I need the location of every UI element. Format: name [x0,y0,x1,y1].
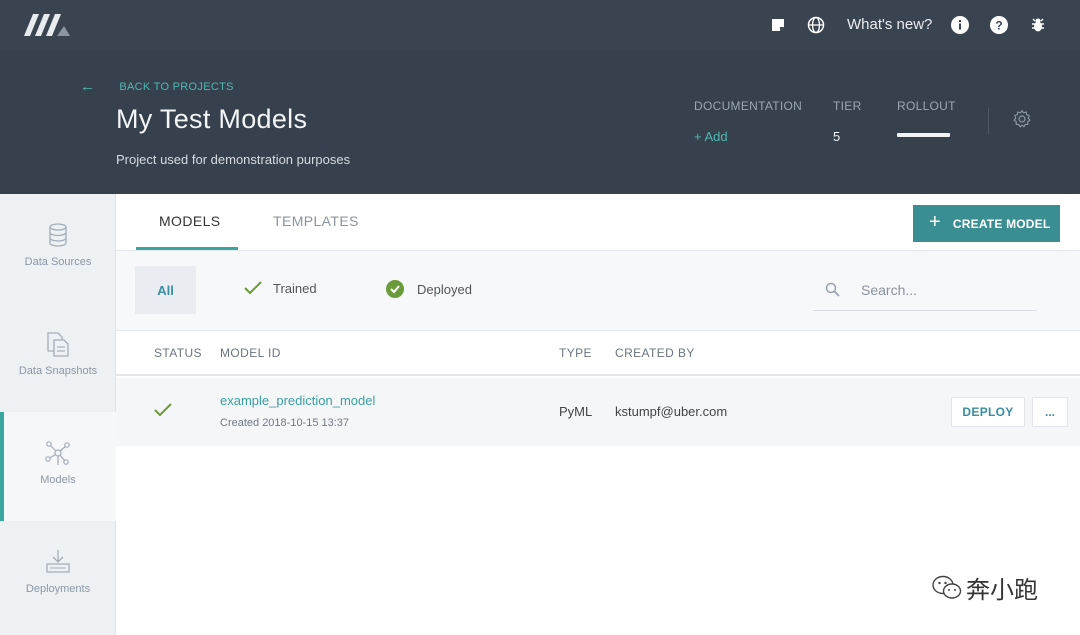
more-actions-button[interactable]: ... [1032,397,1068,427]
sidebar-item-data-snapshots[interactable]: Data Snapshots [0,303,116,412]
network-icon [43,438,73,468]
bug-icon[interactable] [1028,15,1048,35]
column-header-model-id[interactable]: MODEL ID [220,346,281,360]
column-header-created-by[interactable]: CREATED BY [615,346,695,360]
model-created-date: Created 2018-10-15 13:37 [220,417,350,429]
sidebar-item-deployments[interactable]: Deployments [0,521,116,630]
page-subtitle: Project used for demonstration purposes [116,152,351,167]
filter-all[interactable]: All [135,266,196,314]
logo-icon[interactable] [24,14,70,36]
column-header-status[interactable]: STATUS [154,346,202,360]
filter-deployed[interactable]: Deployed [386,280,472,298]
table-row[interactable] [116,378,1080,446]
project-header: ← BACK TO PROJECTS My Test Models Projec… [0,50,1080,194]
search-box [813,270,1037,311]
filter-deployed-label: Deployed [417,281,472,297]
deploy-button[interactable]: DEPLOY [951,397,1025,427]
back-arrow-icon: ← [80,78,96,95]
create-model-button[interactable]: + CREATE MODEL [913,205,1060,242]
database-icon [43,220,73,250]
header-divider [988,108,989,134]
filter-trained[interactable]: Trained [243,280,317,296]
column-header-type[interactable]: TYPE [559,346,592,360]
settings-gear-icon[interactable] [1012,109,1032,129]
plus-icon: + [929,210,941,233]
tier-value: 5 [833,129,841,144]
model-type: PyML [559,404,593,419]
svg-text:?: ? [995,19,1002,33]
snapshot-icon [43,329,73,359]
sidebar-item-label: Models [40,474,76,486]
sidebar-item-data-sources[interactable]: Data Sources [0,194,116,303]
trained-status-icon [154,403,172,417]
rollout-bar [897,133,950,137]
tab-models[interactable]: MODELS [159,213,221,229]
tab-templates[interactable]: TEMPLATES [273,213,359,229]
watermark: 奔小跑 [932,570,1038,605]
whats-new-link[interactable]: What's new? [847,16,932,33]
wechat-icon [932,575,962,599]
check-circle-icon [386,280,404,298]
add-documentation-link[interactable]: + Add [694,129,728,144]
back-to-projects-link[interactable]: ← BACK TO PROJECTS [80,78,234,95]
model-id-link[interactable]: example_prediction_model [220,393,375,408]
documentation-label: DOCUMENTATION [694,99,803,113]
sidebar-item-label: Data Snapshots [18,365,98,377]
info-icon[interactable] [950,15,970,35]
checkmark-icon [244,281,262,295]
back-label: BACK TO PROJECTS [119,80,234,93]
watermark-text: 奔小跑 [966,576,1038,604]
help-icon[interactable]: ? [989,15,1009,35]
search-input[interactable] [861,282,1031,298]
model-created-by: kstumpf@uber.com [615,404,728,419]
tier-label: TIER [833,99,862,113]
rollout-label: ROLLOUT [897,99,956,113]
top-navbar: What's new? ? [0,0,1080,50]
download-icon [43,547,73,577]
page-title: My Test Models [116,104,308,134]
sidebar-item-models[interactable]: Models [0,412,116,521]
sidebar-item-label: Deployments [25,583,91,595]
filter-trained-label: Trained [273,280,317,296]
active-tab-indicator [136,247,238,250]
left-sidebar: Data Sources Data Snapshots Models Deplo… [0,194,116,635]
sidebar-item-label: Data Sources [24,256,92,268]
globe-icon[interactable] [806,15,826,35]
notes-icon[interactable] [768,15,788,35]
search-icon [825,282,840,297]
create-model-label: CREATE MODEL [952,216,1051,231]
